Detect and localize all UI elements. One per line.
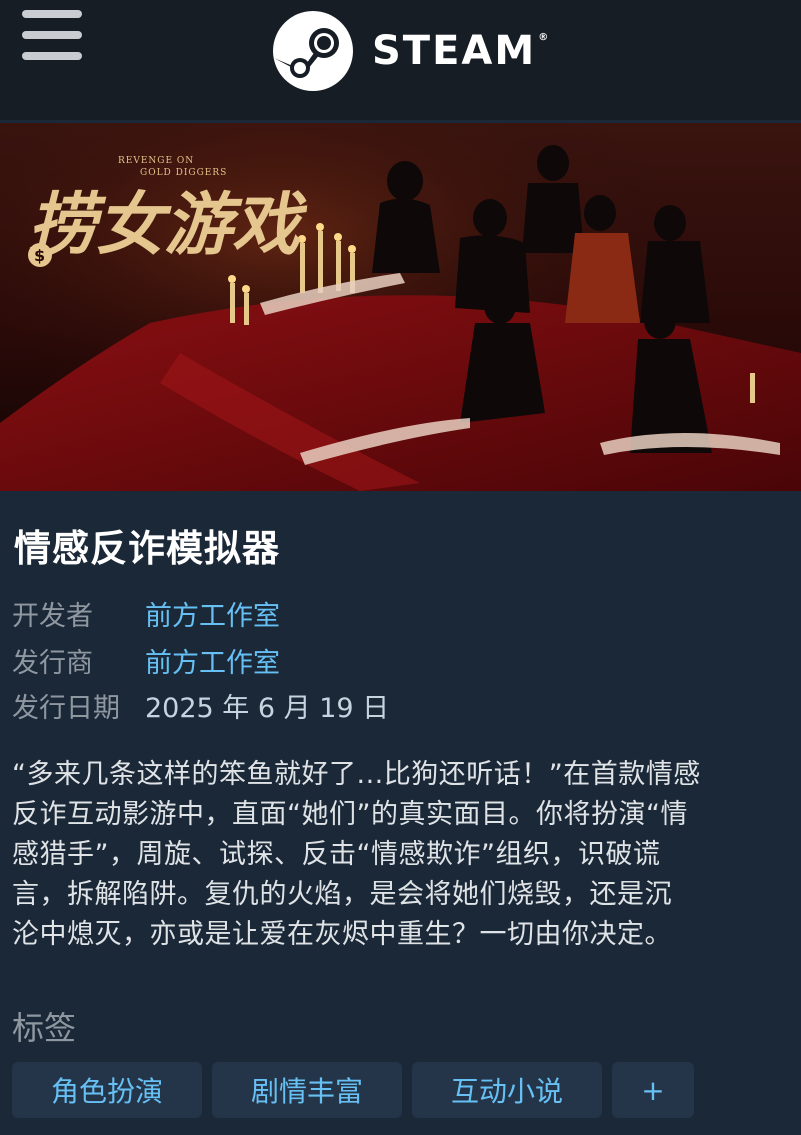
tag-story-rich[interactable]: 剧情丰富 — [212, 1062, 402, 1118]
game-description: “多来几条这样的笨鱼就好了...比狗还听话！”在首款情感 反诈互动影游中，直面“… — [12, 755, 797, 955]
svg-text:GOLD DIGGERS: GOLD DIGGERS — [140, 168, 227, 178]
release-date-value: 2025 年 6 月 19 日 — [145, 693, 390, 724]
banner-logo-text: 捞女游戏 — [28, 185, 308, 265]
tags-list: 角色扮演 剧情丰富 互动小说 + — [12, 1062, 694, 1118]
developer-link[interactable]: 前方工作室 — [145, 594, 280, 633]
publisher-label: 发行商 — [12, 648, 93, 679]
description-line: 反诈互动影游中，直面“她们”的真实面目。你将扮演“情 — [12, 799, 688, 830]
game-banner-image: REVENGE ON GOLD DIGGERS 捞女游戏 $ — [0, 123, 801, 491]
svg-text:$: $ — [34, 246, 45, 265]
more-tags-button[interactable]: + — [612, 1062, 694, 1118]
steam-logo[interactable]: STEAM ® — [272, 10, 550, 92]
description-line: 言，拆解陷阱。复仇的火焰，是会将她们烧毁，还是沉 — [12, 879, 672, 910]
hamburger-menu-icon[interactable] — [22, 10, 86, 62]
description-line: 沦中熄灭，亦或是让爱在灰烬中重生？一切由你决定。 — [12, 919, 672, 950]
publisher-link[interactable]: 前方工作室 — [145, 641, 280, 680]
release-date-label: 发行日期 — [12, 693, 120, 724]
tags-heading: 标签 — [12, 1009, 77, 1047]
developer-label: 开发者 — [12, 601, 93, 632]
steam-logo-icon — [273, 11, 353, 91]
tag-roleplay[interactable]: 角色扮演 — [12, 1062, 202, 1118]
steam-header: STEAM ® — [0, 0, 801, 120]
description-line: 感猎手”，周旋、试探、反击“情感欺诈”组织，识破谎 — [12, 839, 661, 870]
banner-logo-subtitle: REVENGE ON — [118, 156, 194, 166]
game-title: 情感反诈模拟器 — [14, 527, 280, 570]
steam-wordmark: STEAM ® — [372, 28, 551, 74]
tag-interactive-fiction[interactable]: 互动小说 — [412, 1062, 602, 1118]
description-line: “多来几条这样的笨鱼就好了...比狗还听话！”在首款情感 — [12, 759, 701, 790]
